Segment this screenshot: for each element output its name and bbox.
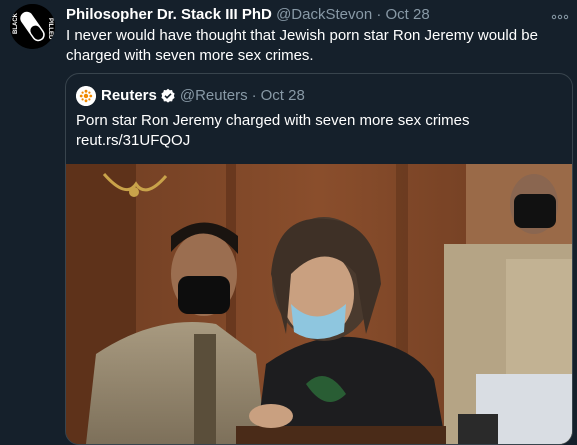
black-pill-logo-icon: BLACK PILLED [10, 4, 55, 49]
quoted-header-separator: · [251, 87, 257, 104]
quoted-tweet-photo[interactable] [66, 164, 572, 444]
reuters-avatar[interactable] [76, 86, 96, 106]
quoted-tweet-link[interactable]: reut.rs/31UFQOJ [76, 131, 556, 151]
author-handle[interactable]: @DackStevon [276, 6, 372, 23]
reuters-logo-icon [76, 86, 96, 106]
verified-badge-icon [160, 88, 176, 104]
avatar-text-left: BLACK [13, 12, 19, 34]
ellipsis-icon[interactable] [551, 7, 569, 23]
quoted-tweet-card[interactable]: Reuters @Reuters · Oct 28 Porn star Ron … [65, 73, 573, 445]
avatar-text-right: PILLED [47, 18, 53, 40]
quoted-author-handle[interactable]: @Reuters [180, 86, 248, 106]
tweet-header: Philosopher Dr. Stack III PhD @DackStevo… [66, 5, 567, 25]
quoted-tweet-text: Porn star Ron Jeremy charged with seven … [76, 111, 556, 151]
author-avatar[interactable]: BLACK PILLED [10, 4, 55, 49]
header-separator: · [376, 6, 382, 23]
quoted-tweet-headline: Porn star Ron Jeremy charged with seven … [76, 112, 470, 129]
tweet-date[interactable]: Oct 28 [386, 6, 430, 23]
author-name[interactable]: Philosopher Dr. Stack III PhD [66, 6, 272, 23]
quoted-tweet-date[interactable]: Oct 28 [261, 86, 305, 106]
tweet-text: I never would have thought that Jewish p… [66, 27, 538, 64]
courtroom-photo [66, 164, 572, 444]
quoted-author-name[interactable]: Reuters [101, 86, 157, 106]
quoted-tweet-header: Reuters @Reuters · Oct 28 [76, 86, 305, 106]
